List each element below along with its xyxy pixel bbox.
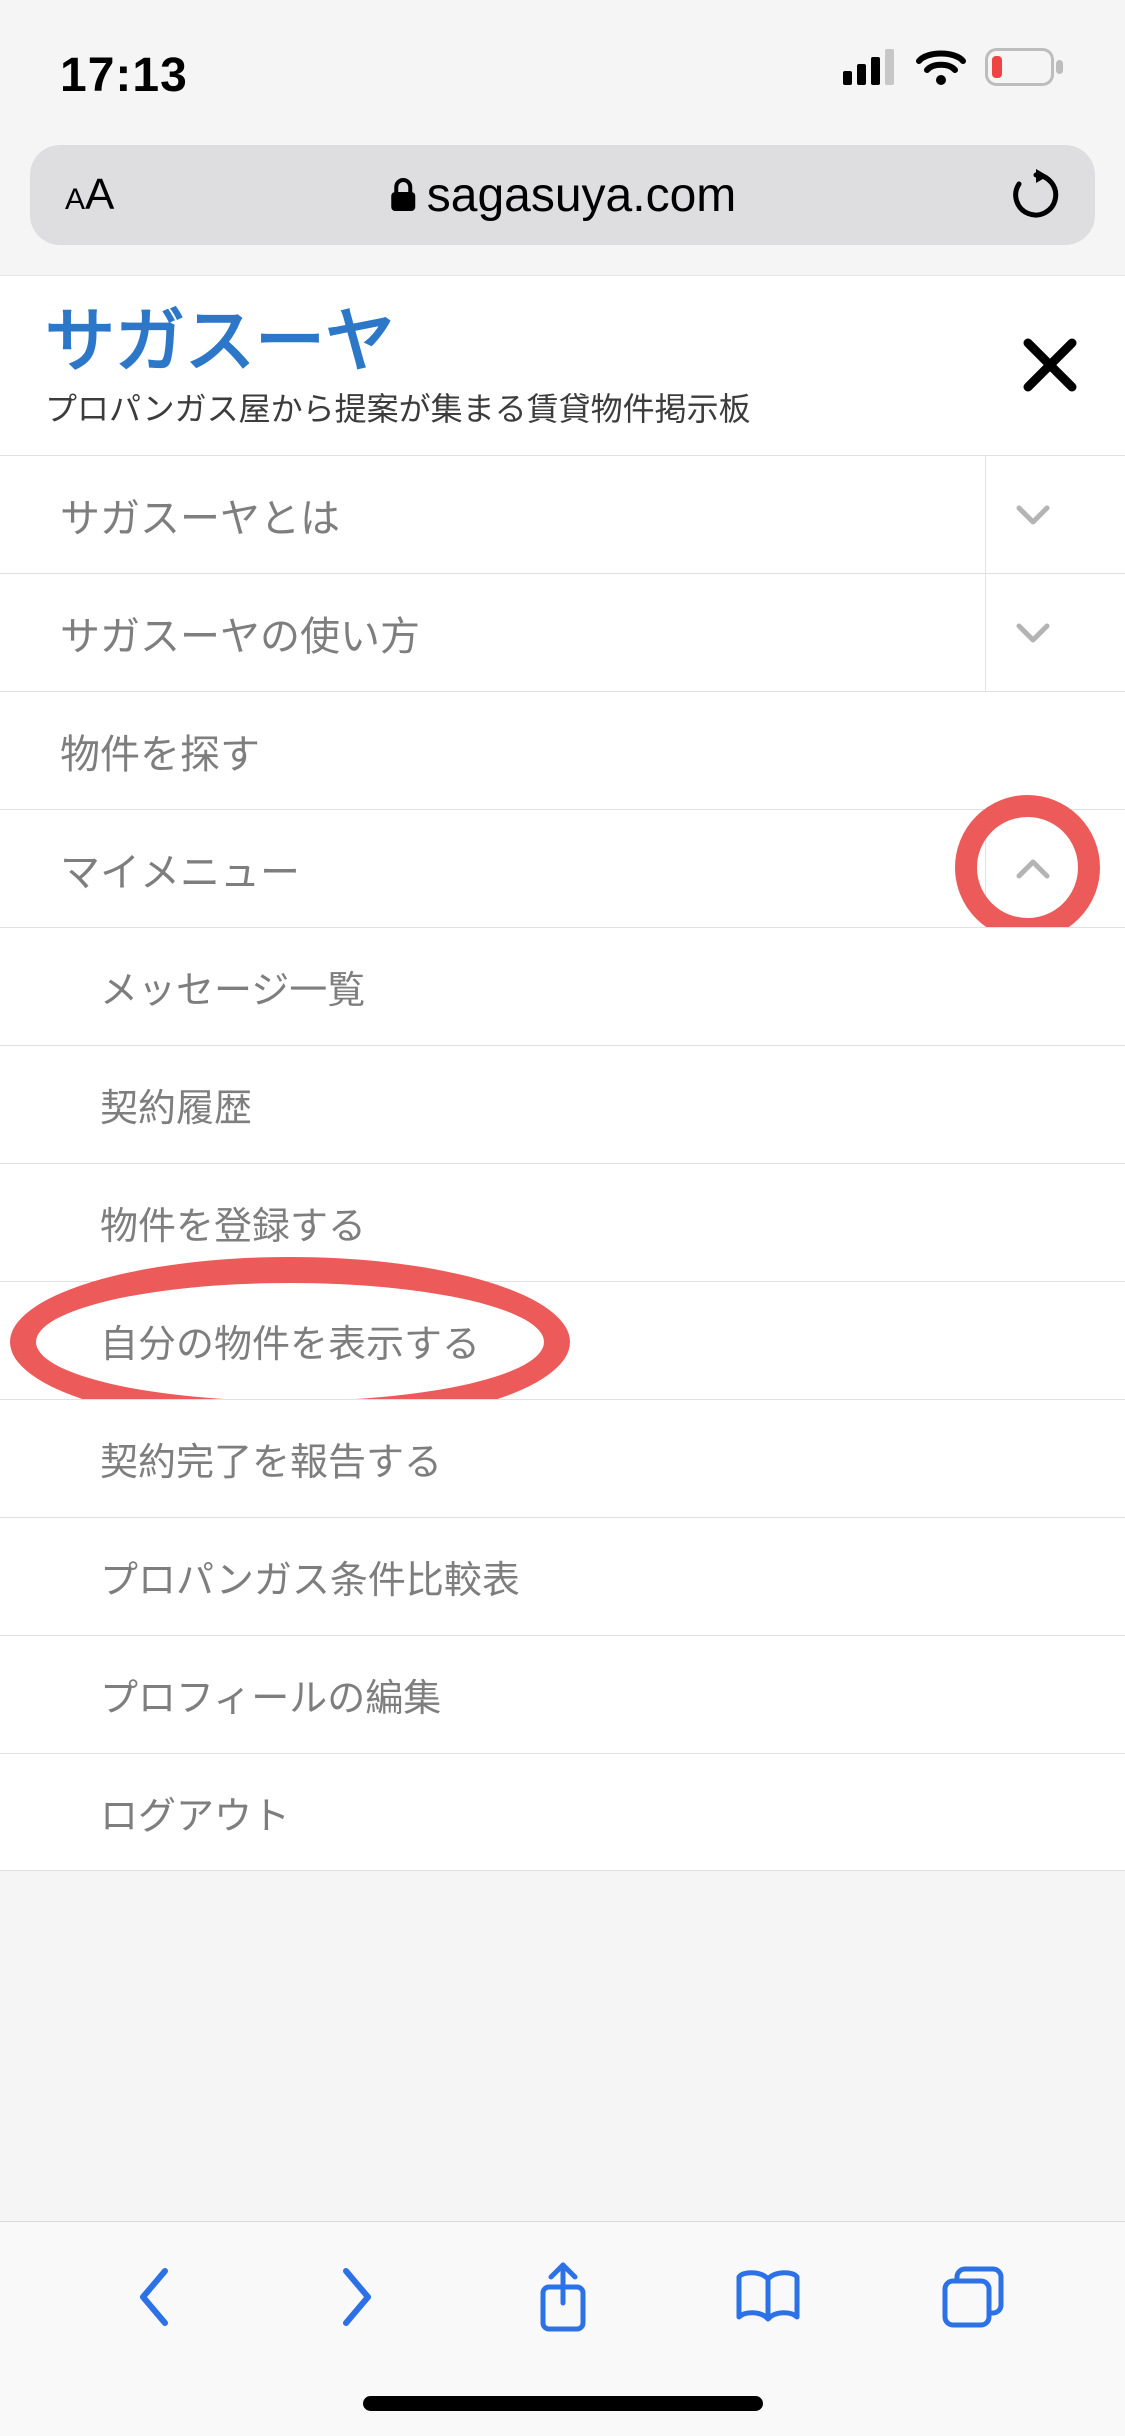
submenu-label: 自分の物件を表示する: [100, 1313, 480, 1368]
address-url[interactable]: sagasuya.com: [389, 168, 737, 223]
chevron-left-icon: [133, 2265, 173, 2329]
status-right-cluster: [843, 48, 1065, 86]
device-frame: 17:13 AA sagasuya.com: [0, 0, 1125, 2436]
chevron-right-icon: [338, 2265, 378, 2329]
submenu-item-register-property[interactable]: 物件を登録する: [0, 1163, 1125, 1281]
page-header: サガスーヤ プロパンガス屋から提案が集まる賃貸物件掲示板: [0, 275, 1125, 455]
submenu-item-logout[interactable]: ログアウト: [0, 1753, 1125, 1871]
share-button[interactable]: [523, 2257, 603, 2337]
expand-toggle[interactable]: [985, 810, 1080, 927]
menu-label: サガスーヤとは: [60, 486, 340, 544]
brand-block[interactable]: サガスーヤ プロパンガス屋から提案が集まる賃貸物件掲示板: [45, 306, 751, 430]
menu-item-mymenu[interactable]: マイメニュー: [0, 809, 1125, 927]
submenu-label: 契約完了を報告する: [100, 1431, 442, 1486]
bookmarks-button[interactable]: [728, 2257, 808, 2337]
cellular-signal-icon: [843, 49, 897, 85]
lock-icon: [389, 177, 417, 213]
submenu-label: 物件を登録する: [100, 1195, 366, 1250]
chevron-down-icon: [1015, 622, 1051, 644]
submenu-label: ログアウト: [100, 1785, 290, 1840]
menu-item-howto[interactable]: サガスーヤの使い方: [0, 573, 1125, 691]
menu-label: サガスーヤの使い方: [60, 604, 420, 662]
submenu-item-edit-profile[interactable]: プロフィールの編集: [0, 1635, 1125, 1753]
brand-title: サガスーヤ: [45, 306, 751, 376]
expand-toggle[interactable]: [985, 574, 1080, 691]
expand-toggle[interactable]: [985, 456, 1080, 573]
nav-forward-button[interactable]: [318, 2257, 398, 2337]
submenu-item-contract-history[interactable]: 契約履歴: [0, 1045, 1125, 1163]
page-content: サガスーヤ プロパンガス屋から提案が集まる賃貸物件掲示板 サガスーヤとは サガス…: [0, 275, 1125, 1871]
submenu-label: メッセージ一覧: [100, 959, 365, 1014]
book-icon: [733, 2269, 803, 2325]
submenu-item-show-my-properties[interactable]: 自分の物件を表示する: [0, 1281, 1125, 1399]
close-menu-button[interactable]: [1020, 328, 1080, 408]
brand-subtitle: プロパンガス屋から提案が集まる賃貸物件掲示板: [45, 384, 751, 430]
submenu-item-messages[interactable]: メッセージ一覧: [0, 927, 1125, 1045]
submenu-label: プロパンガス条件比較表: [100, 1549, 520, 1604]
nav-back-button[interactable]: [113, 2257, 193, 2337]
home-indicator[interactable]: [363, 2396, 763, 2411]
reader-text-size-button[interactable]: AA: [65, 170, 114, 220]
menu-item-search-properties[interactable]: 物件を探す: [0, 691, 1125, 809]
submenu-label: 契約履歴: [100, 1077, 252, 1132]
tabs-icon: [941, 2265, 1005, 2329]
wifi-icon: [915, 48, 967, 86]
chevron-down-icon: [1015, 504, 1051, 526]
ios-status-bar: 17:13: [0, 0, 1125, 135]
share-icon: [535, 2261, 591, 2333]
submenu-item-report-contract-complete[interactable]: 契約完了を報告する: [0, 1399, 1125, 1517]
tabs-button[interactable]: [933, 2257, 1013, 2337]
battery-low-icon: [985, 48, 1065, 86]
menu-label: 物件を探す: [60, 722, 260, 780]
address-domain: sagasuya.com: [427, 168, 737, 223]
status-time: 17:13: [60, 48, 188, 103]
submenu-item-lpgas-comparison[interactable]: プロパンガス条件比較表: [0, 1517, 1125, 1635]
safari-address-bar[interactable]: AA sagasuya.com: [30, 145, 1095, 245]
menu-label: マイメニュー: [60, 840, 300, 898]
mymenu-submenu: メッセージ一覧 契約履歴 物件を登録する 自分の物件を表示する 契約完了を報告す…: [0, 927, 1125, 1871]
submenu-label: プロフィールの編集: [100, 1667, 441, 1722]
chevron-up-icon: [1015, 858, 1051, 880]
reload-button[interactable]: [1012, 169, 1060, 221]
menu-item-about[interactable]: サガスーヤとは: [0, 455, 1125, 573]
